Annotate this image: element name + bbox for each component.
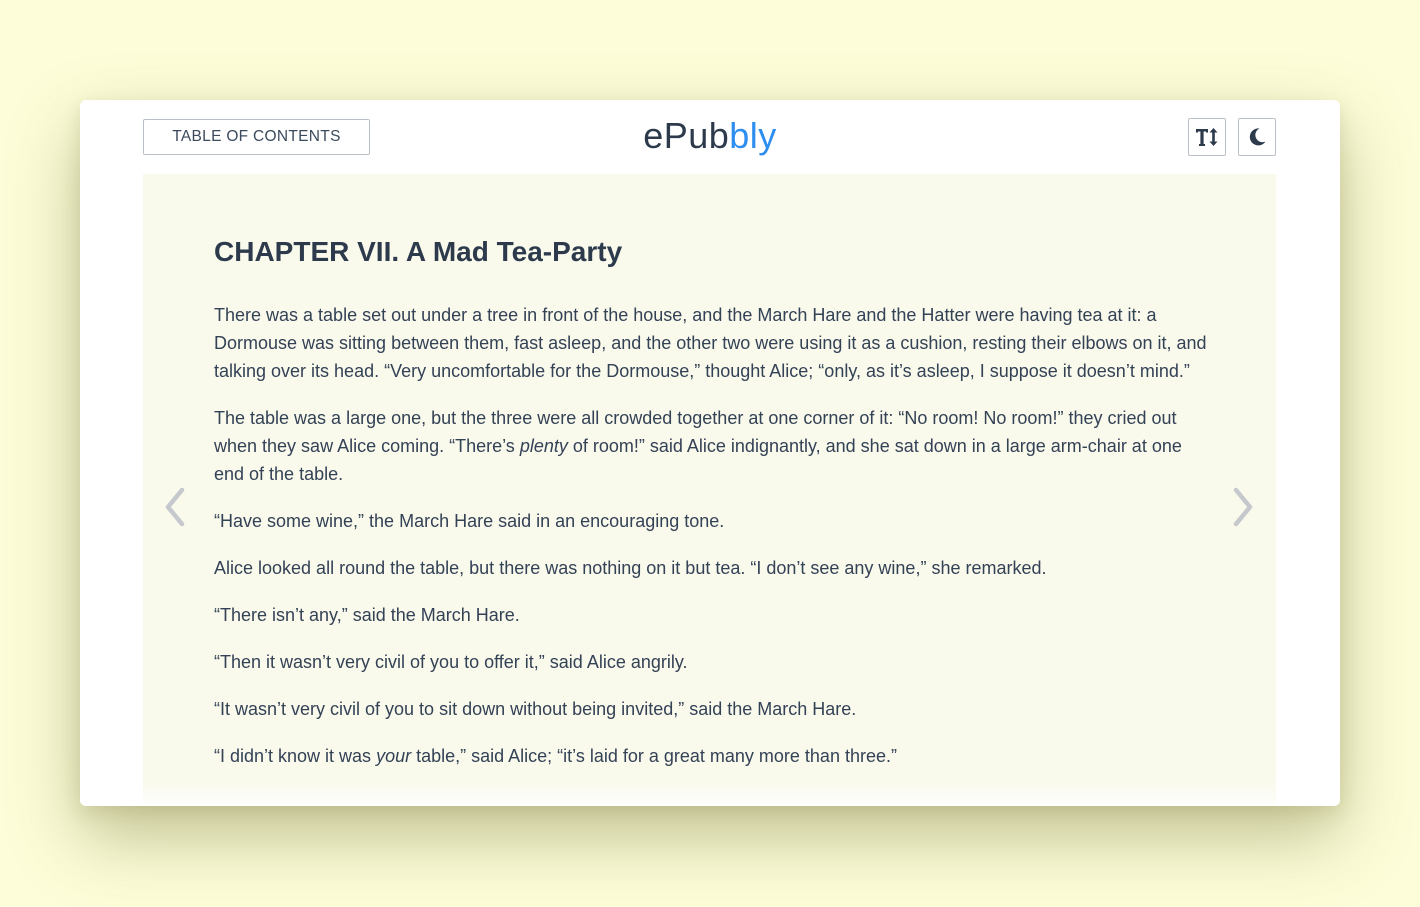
emphasized-text: plenty	[519, 436, 568, 456]
chapter-paragraph: “Then it wasn’t very civil of you to off…	[214, 648, 1214, 676]
brand-logo-prefix: ePub	[643, 115, 730, 156]
chapter-paragraph: “I didn’t know it was your table,” said …	[214, 742, 1214, 770]
chapter-paragraph: The table was a large one, but the three…	[214, 404, 1214, 488]
table-of-contents-button[interactable]: TABLE OF CONTENTS	[143, 119, 370, 155]
chapter-paragraph: “It wasn’t very civil of you to sit down…	[214, 695, 1214, 723]
chevron-left-icon	[162, 487, 188, 532]
chapter-content: CHAPTER VII. A Mad Tea-Party There was a…	[214, 232, 1214, 789]
text-size-icon	[1195, 127, 1219, 147]
brand-logo-suffix: bly	[729, 115, 777, 156]
paragraph-text: Alice looked all round the table, but th…	[214, 558, 1047, 578]
chapter-paragraph: “There isn’t any,” said the March Hare.	[214, 601, 1214, 629]
previous-page-button[interactable]	[158, 486, 192, 532]
paragraph-text: “Then it wasn’t very civil of you to off…	[214, 652, 688, 672]
moon-icon	[1247, 127, 1267, 147]
paragraph-text: “Have some wine,” the March Hare said in…	[214, 511, 725, 531]
chapter-paragraph: There was a table set out under a tree i…	[214, 301, 1214, 385]
font-size-button[interactable]	[1188, 118, 1226, 156]
theme-toggle-button[interactable]	[1238, 118, 1276, 156]
paragraph-text: “There isn’t any,” said the March Hare.	[214, 605, 520, 625]
chapter-paragraph: “Have some wine,” the March Hare said in…	[214, 507, 1214, 535]
chapter-paragraph: Alice looked all round the table, but th…	[214, 554, 1214, 582]
emphasized-text: your	[376, 746, 412, 766]
chevron-right-icon	[1230, 487, 1256, 532]
next-page-button[interactable]	[1226, 486, 1260, 532]
chapter-paragraphs: There was a table set out under a tree i…	[214, 301, 1214, 770]
paragraph-text: table,” said Alice; “it’s laid for a gre…	[411, 746, 897, 766]
reader-page: CHAPTER VII. A Mad Tea-Party There was a…	[143, 174, 1276, 806]
paragraph-text: “I didn’t know it was	[214, 746, 377, 766]
reader-window: TABLE OF CONTENTS ePubbly CHAPTER VII. A…	[80, 100, 1340, 806]
paragraph-text: There was a table set out under a tree i…	[214, 305, 1207, 381]
paragraph-text: “It wasn’t very civil of you to sit down…	[214, 699, 857, 719]
chapter-title: CHAPTER VII. A Mad Tea-Party	[214, 236, 623, 267]
